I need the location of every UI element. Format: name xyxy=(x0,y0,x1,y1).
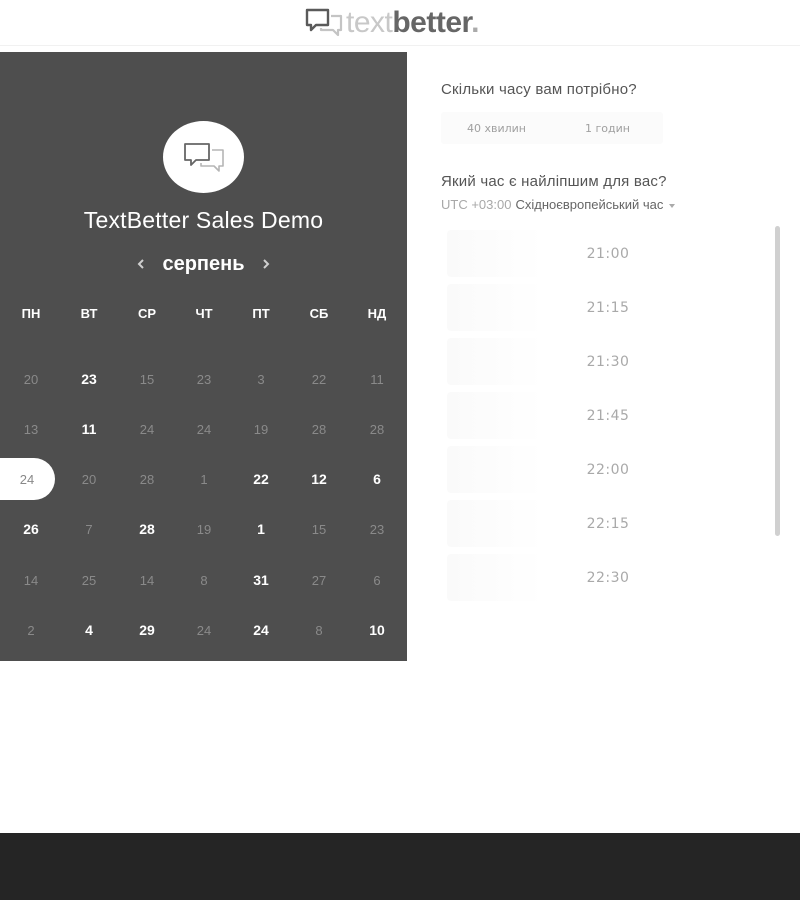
time-slot[interactable]: 21:45 xyxy=(447,392,769,439)
calendar-day: 19 xyxy=(196,521,212,537)
calendar-day: 8 xyxy=(200,572,208,588)
calendar-day[interactable]: 23 xyxy=(65,358,113,400)
calendar-day: 3 xyxy=(257,371,265,387)
calendar-day: 6 xyxy=(373,572,381,588)
booking-panel: Скільки часу вам потрібно? 40 хвилин 1 г… xyxy=(407,52,800,661)
calendar-day[interactable]: 24 xyxy=(237,609,285,651)
calendar-panel: TextBetter Sales Demo серпень ПН ВТ СР ЧТ ПТ… xyxy=(0,52,407,661)
calendar-day: 23 xyxy=(196,371,212,387)
calendar-day: 7 xyxy=(85,521,93,537)
duration-option-40-min[interactable]: 40 хвилин xyxy=(441,112,552,144)
caret-down-icon xyxy=(669,203,676,208)
weekday-label: НД xyxy=(367,306,387,321)
weekday-label: ВТ xyxy=(80,306,98,321)
weekday-label: СБ xyxy=(309,306,329,321)
chevron-left-icon xyxy=(138,259,145,269)
calendar-day: 20 xyxy=(23,371,39,387)
time-slot[interactable]: 22:15 xyxy=(447,500,769,547)
calendar-day: 11 xyxy=(370,371,384,387)
prev-month-button[interactable] xyxy=(130,253,152,275)
time-slot[interactable]: 21:15 xyxy=(447,284,769,331)
month-navigation: серпень xyxy=(0,250,407,278)
calendar-day: 8 xyxy=(315,622,323,638)
calendar-day[interactable]: 1 xyxy=(237,508,285,550)
next-month-button[interactable] xyxy=(255,253,277,275)
duration-selector: 40 хвилин 1 годин xyxy=(441,112,663,144)
duration-question: Скільки часу вам потрібно? xyxy=(441,81,637,98)
calendar-day[interactable]: 28 xyxy=(123,508,171,550)
calendar-day: 28 xyxy=(369,421,385,437)
time-slot[interactable]: 21:30 xyxy=(447,338,769,385)
calendar-day: 28 xyxy=(139,471,155,487)
time-slot[interactable]: 22:30 xyxy=(447,554,769,601)
event-title: TextBetter Sales Demo xyxy=(83,207,324,233)
calendar-day: 13 xyxy=(23,421,39,437)
calendar-day: 24 xyxy=(196,421,212,437)
calendar-day: 1 xyxy=(200,471,208,487)
page-footer xyxy=(0,833,800,900)
time-slot-list: 21:00 21:15 21:30 21:45 22:00 22:15 22:3… xyxy=(447,230,769,608)
calendar-day: 14 xyxy=(23,572,39,588)
timezone-offset: UTC +03:00 xyxy=(441,197,512,212)
calendar-day: 24 xyxy=(196,622,212,638)
weekday-label: ПТ xyxy=(252,306,270,321)
chat-bubbles-icon xyxy=(305,8,343,37)
calendar-day: 15 xyxy=(311,521,327,537)
calendar-day[interactable]: 10 xyxy=(353,609,401,651)
calendar-day[interactable]: 4 xyxy=(65,609,113,651)
weekday-header: ПН ВТ СР ЧТ ПТ СБ НД xyxy=(0,306,407,326)
calendar-day[interactable]: 6 xyxy=(353,458,401,500)
calendar-day[interactable]: 12 xyxy=(295,458,343,500)
calendar-day: 25 xyxy=(81,572,97,588)
calendar-day: 20 xyxy=(81,471,97,487)
calendar-day-selected[interactable]: 24 xyxy=(0,458,55,500)
logo-text-light: text xyxy=(346,6,393,39)
event-avatar xyxy=(163,121,244,193)
calendar-day[interactable]: 26 xyxy=(7,508,55,550)
time-slot-scrollbar[interactable] xyxy=(775,226,780,536)
page-header: textbetter. xyxy=(0,0,800,46)
calendar-day[interactable]: 11 xyxy=(65,408,113,450)
chat-bubbles-icon xyxy=(183,143,224,172)
calendar-day[interactable]: 31 xyxy=(237,559,285,601)
time-question: Який час є найліпшим для вас? xyxy=(441,173,667,190)
calendar-day: 19 xyxy=(253,421,269,437)
time-slot[interactable]: 22:00 xyxy=(447,446,769,493)
calendar-day: 27 xyxy=(311,572,327,588)
duration-option-1-hour[interactable]: 1 годин xyxy=(552,112,663,144)
chevron-right-icon xyxy=(262,259,269,269)
weekday-label: ЧТ xyxy=(195,306,213,321)
month-label: серпень xyxy=(162,252,245,275)
calendar-day: 22 xyxy=(311,371,327,387)
calendar-day: 14 xyxy=(139,572,155,588)
logo-wordmark: textbetter. xyxy=(346,4,479,42)
textbetter-logo[interactable]: textbetter. xyxy=(304,4,479,42)
weekday-label: ПН xyxy=(21,306,41,321)
calendar-day: 2 xyxy=(27,622,35,638)
time-slot[interactable]: 21:00 xyxy=(447,230,769,277)
timezone-name: Східноєвропейський час xyxy=(515,197,664,212)
timezone-dropdown[interactable]: UTC +03:00 Східноєвропейський час xyxy=(441,197,676,212)
calendar-day: 23 xyxy=(369,521,385,537)
calendar-day[interactable]: 22 xyxy=(237,458,285,500)
calendar-day: 28 xyxy=(311,421,327,437)
logo-dot: . xyxy=(471,6,479,39)
calendar-day: 15 xyxy=(139,371,155,387)
calendar-day: 24 xyxy=(139,421,155,437)
logo-text-bold: better xyxy=(392,6,472,39)
calendar-day[interactable]: 29 xyxy=(123,609,171,651)
weekday-label: СР xyxy=(137,306,157,321)
